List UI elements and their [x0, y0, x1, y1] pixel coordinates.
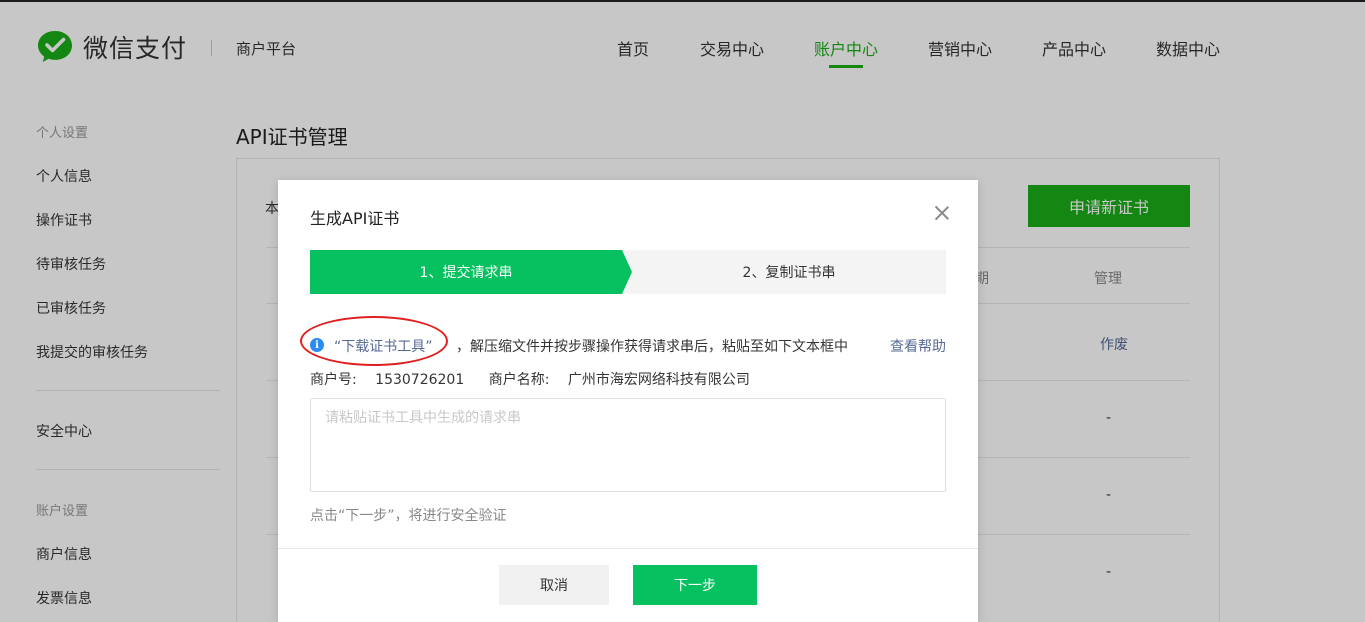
- dialog-title: 生成API证书: [310, 209, 400, 228]
- step-indicator: 1、提交请求串 2、复制证书串: [310, 250, 946, 294]
- close-icon[interactable]: [933, 204, 951, 222]
- merchant-name-value: 广州市海宏网络科技有限公司: [567, 372, 750, 388]
- step-submit-request: 1、提交请求串: [310, 250, 632, 294]
- merchant-id-label: 商户号:: [310, 372, 357, 388]
- merchant-info-row: 商户号: 1530726201 商户名称: 广州市海宏网络科技有限公司: [310, 369, 764, 389]
- cancel-button[interactable]: 取消: [499, 565, 609, 605]
- request-string-input[interactable]: [310, 398, 946, 492]
- security-hint: 点击“下一步”，将进行安全验证: [310, 508, 507, 524]
- dialog-footer-divider: [278, 548, 978, 549]
- next-step-button[interactable]: 下一步: [633, 565, 757, 605]
- generate-cert-dialog: 生成API证书 1、提交请求串 2、复制证书串 i “下载证书工具” ，解压缩文…: [278, 180, 978, 622]
- view-help-link[interactable]: 查看帮助: [890, 336, 946, 356]
- annotation-circle: [300, 316, 448, 366]
- merchant-id-value: 1530726201: [375, 372, 465, 388]
- instruction-text: ，解压缩文件并按步骤操作获得请求串后，粘贴至如下文本框中: [456, 339, 848, 355]
- step-copy-cert: 2、复制证书串: [742, 265, 836, 281]
- merchant-name-label: 商户名称:: [488, 372, 550, 388]
